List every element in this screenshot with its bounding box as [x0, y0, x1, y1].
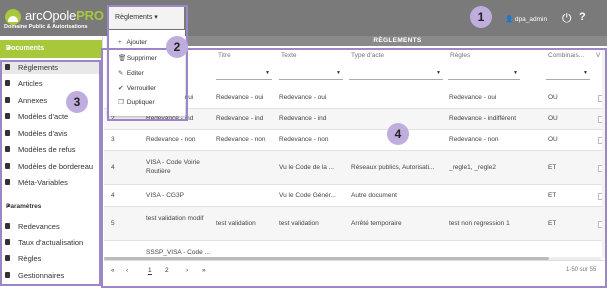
logo-name: arcOpolePRO	[25, 8, 104, 23]
sidebar-section-documents[interactable]: Documents ▲	[0, 40, 102, 58]
callout-badge-4: 4	[387, 123, 409, 145]
callout-badge-1: 1	[470, 6, 492, 28]
app-logo[interactable]: arcOpolePRO Domaine Public & Autorisatio…	[3, 7, 107, 33]
user-name: dpa_admin	[514, 16, 548, 23]
logo-badge-icon	[5, 9, 21, 25]
callout-badge-3: 3	[66, 91, 88, 113]
caret-up-icon: ▲	[6, 45, 12, 51]
page-title: RÈGLEMENTS	[188, 36, 607, 46]
logo-subtitle: Domaine Public & Autorisations	[4, 24, 88, 30]
user-menu[interactable]: 👤 dpa_admin	[505, 15, 547, 23]
callout-badge-2: 2	[166, 36, 188, 58]
callout-box-3	[0, 60, 101, 286]
callout-box-4	[101, 48, 607, 288]
app-header: arcOpolePRO Domaine Public & Autorisatio…	[0, 0, 607, 36]
help-icon[interactable]: ?	[579, 11, 586, 23]
power-icon[interactable]: ⏻	[562, 12, 574, 24]
